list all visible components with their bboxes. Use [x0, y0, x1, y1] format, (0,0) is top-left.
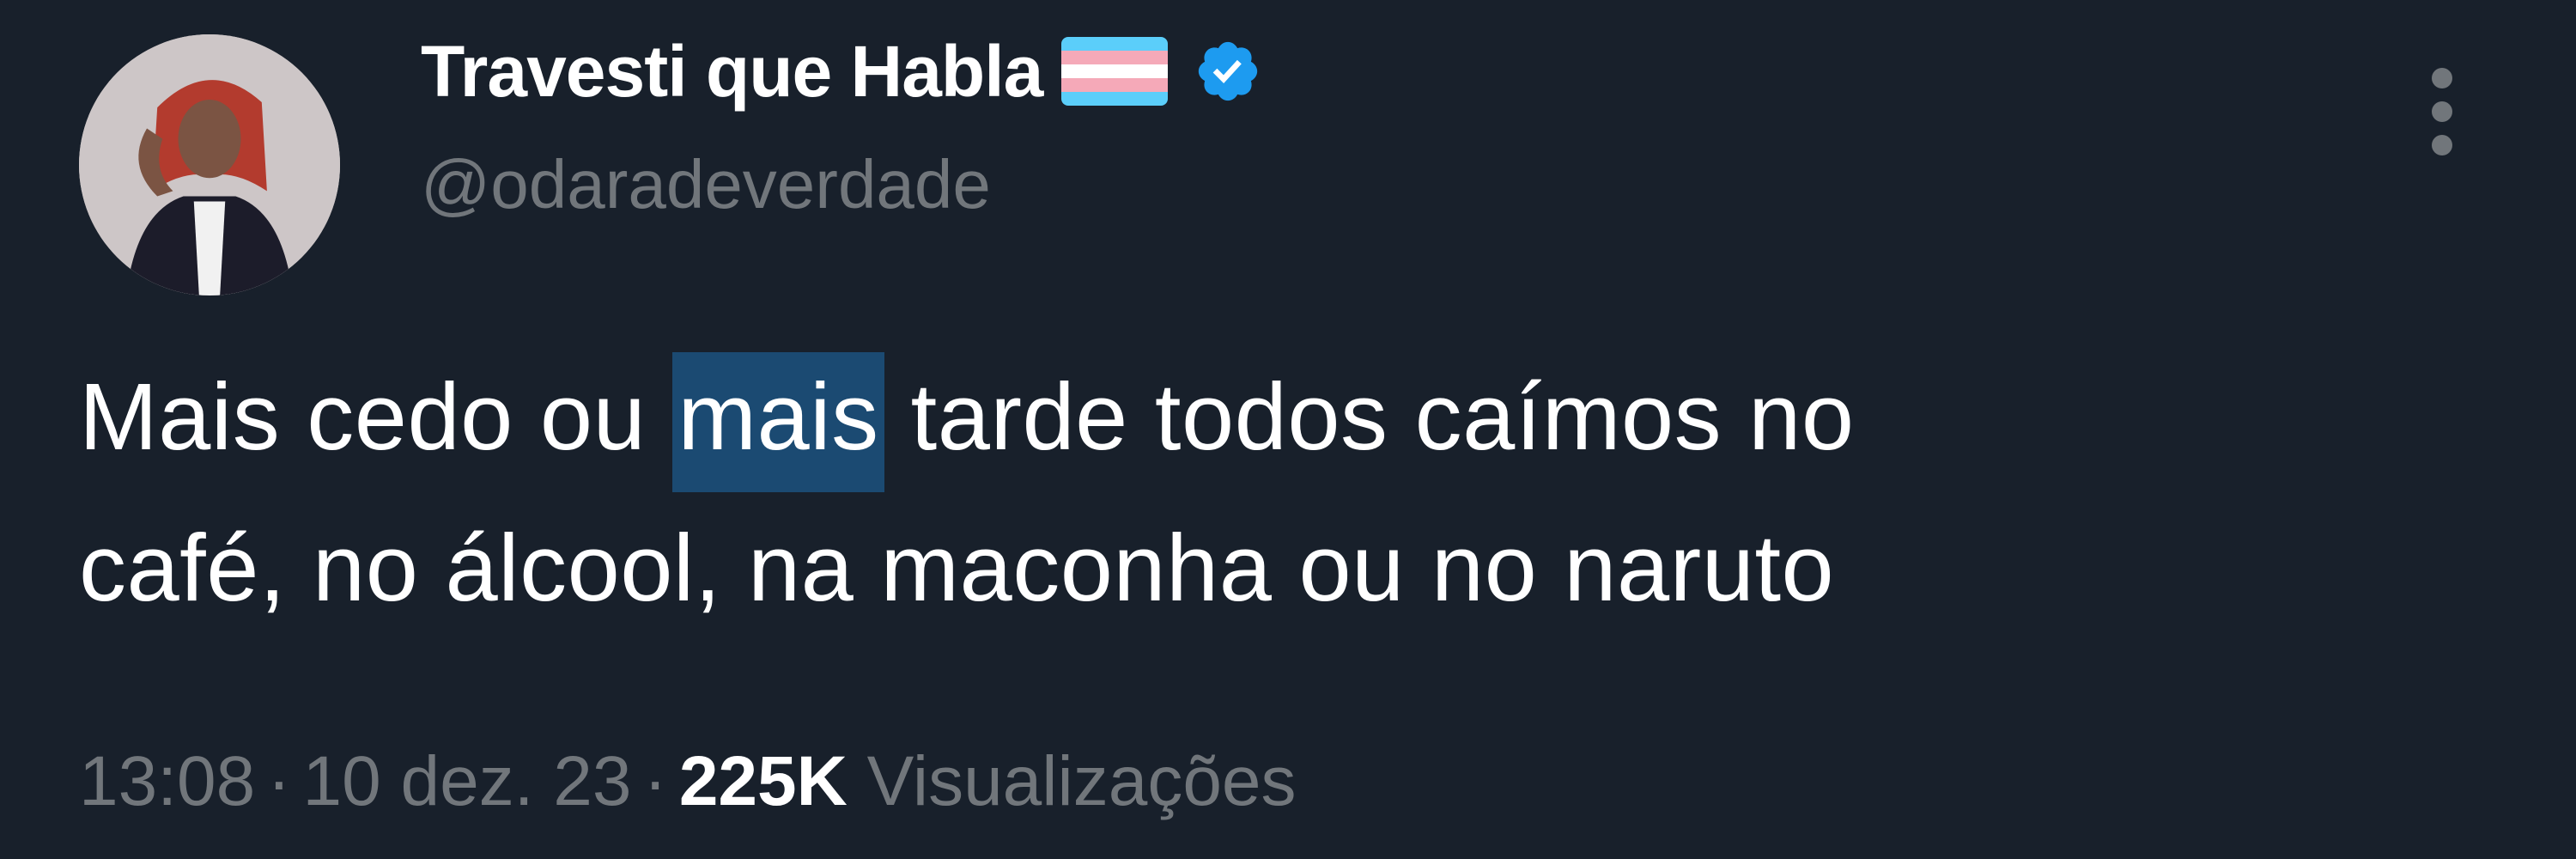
transgender-flag-icon: [1061, 37, 1169, 106]
views-label-text[interactable]: Visualizações: [867, 742, 1297, 820]
tweet-text-part: tarde todos caímos no: [884, 364, 1855, 470]
selected-text-highlight[interactable]: mais: [672, 352, 884, 492]
author-handle[interactable]: @odaradeverdade: [421, 146, 991, 223]
more-options-button[interactable]: [2416, 60, 2468, 163]
tweet-meta: 13:08 · 10 dez. 23 · 225K Visualizações: [79, 739, 1297, 825]
avatar-image: [79, 34, 340, 295]
tweet-time[interactable]: 13:08: [79, 742, 255, 820]
tweet-text-line-1: Mais cedo ou mais tarde todos caímos no: [79, 342, 2466, 493]
tweet-text-part: Mais cedo ou: [79, 364, 673, 470]
author-display-name[interactable]: Travesti que Habla: [421, 33, 1043, 110]
tweet-text-line-2: café, no álcool, na maconha ou no naruto: [79, 515, 1835, 621]
tweet-container: Travesti que Habla @odaradeverdade Mais …: [0, 0, 2576, 859]
tweet-text: Mais cedo ou mais tarde todos caímos no …: [79, 342, 2466, 644]
more-vertical-icon: [2432, 68, 2452, 155]
separator-dot: ·: [267, 742, 291, 820]
verified-badge-icon[interactable]: [1194, 37, 1262, 106]
tweet-date[interactable]: 10 dez. 23: [303, 742, 632, 820]
views-label: [848, 742, 867, 820]
separator-dot: ·: [643, 742, 667, 820]
author-name-row: Travesti que Habla: [421, 33, 1262, 110]
avatar[interactable]: [79, 34, 340, 295]
views-count[interactable]: 225K: [679, 742, 848, 820]
